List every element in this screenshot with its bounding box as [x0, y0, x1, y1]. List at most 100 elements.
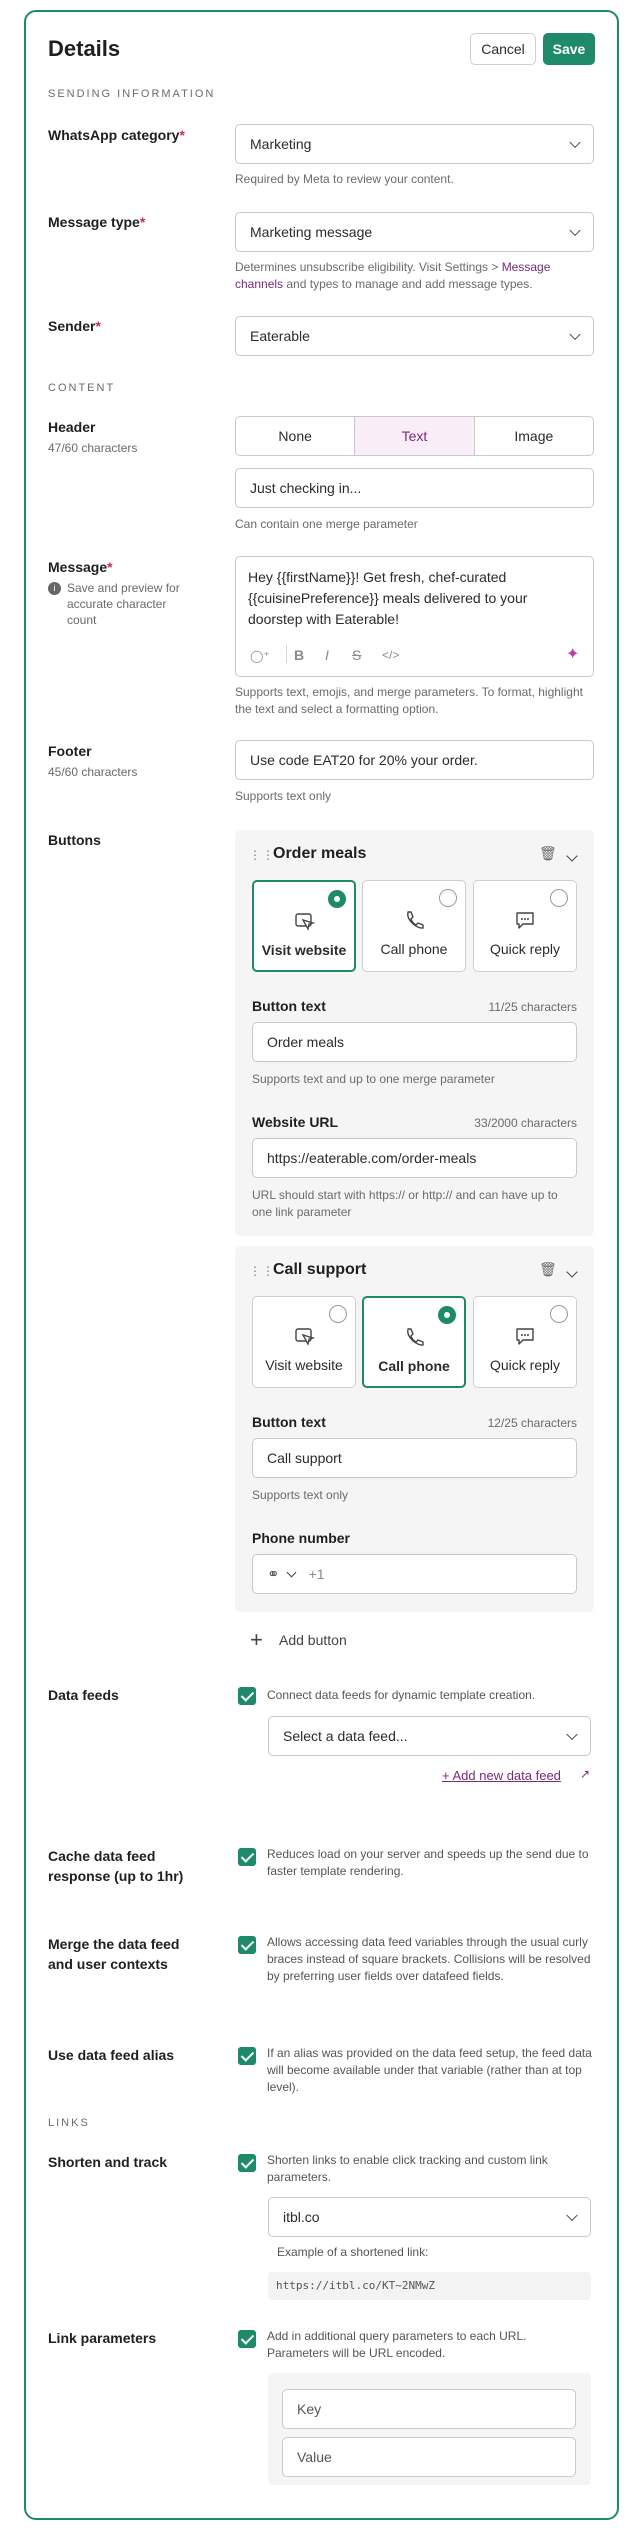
info-icon: i — [48, 582, 61, 595]
radio-icon — [329, 1305, 347, 1323]
option-label: Visit website — [265, 1357, 343, 1373]
message-note: Save and preview for accurate character … — [67, 581, 180, 627]
globe-icon[interactable]: ⚭ — [267, 1565, 280, 1583]
phone-number-input[interactable]: ⚭ +1 — [252, 1554, 577, 1594]
button-card-order-meals: ⋮⋮ Order meals 🗑 Visit website Call phon… — [235, 830, 594, 1236]
cache-checkbox[interactable] — [238, 1848, 256, 1866]
link-parameters-description: Add in additional query parameters to ea… — [267, 2329, 527, 2360]
website-url-counter: 33/2000 characters — [474, 1116, 577, 1130]
shortened-example: https://itbl.co/KT~2NMwZ — [268, 2272, 591, 2300]
chevron-down-icon[interactable] — [566, 850, 578, 862]
code-icon[interactable]: </> — [382, 648, 399, 662]
message-type-label: Message type* — [48, 214, 146, 230]
chevron-down-icon — [569, 224, 581, 237]
button-card-title: Call support — [273, 1261, 367, 1278]
message-type-select[interactable]: Marketing message — [235, 212, 594, 252]
sender-select[interactable]: Eaterable — [235, 316, 594, 356]
header-option-text[interactable]: Text — [355, 417, 475, 455]
header-char-count: 47/60 characters — [48, 441, 138, 455]
header-type-segmented-control: None Text Image — [235, 416, 594, 456]
website-url-help: URL should start with https:// or http:/… — [252, 1188, 558, 1219]
alias-checkbox[interactable] — [238, 2047, 256, 2065]
data-feeds-label: Data feeds — [48, 1687, 119, 1703]
radio-selected-icon — [438, 1306, 456, 1324]
chevron-down-icon[interactable] — [566, 1266, 578, 1278]
header-help: Can contain one merge parameter — [235, 517, 418, 531]
website-url-label: Website URL — [252, 1114, 339, 1130]
whatsapp-category-help: Required by Meta to review your content. — [235, 172, 454, 186]
shorten-domain-select[interactable]: itbl.co — [268, 2197, 591, 2237]
button-text-help: Supports text only — [252, 1488, 349, 1502]
message-label: Message* — [48, 559, 113, 575]
bold-icon[interactable]: B — [294, 647, 304, 663]
chevron-down-icon — [569, 136, 581, 149]
header-text-input[interactable]: Just checking in... — [235, 468, 594, 508]
cache-description: Reduces load on your server and speeds u… — [267, 1847, 589, 1878]
button-text-label: Button text — [252, 1414, 326, 1430]
header-option-image[interactable]: Image — [475, 417, 593, 455]
option-quick-reply[interactable]: Quick reply — [473, 1296, 577, 1388]
option-call-phone[interactable]: Call phone — [362, 1296, 466, 1388]
footer-label: Footer — [48, 743, 92, 759]
alias-description: If an alias was provided on the data fee… — [267, 2046, 592, 2094]
ai-sparkle-icon[interactable]: ✦ — [566, 644, 579, 664]
whatsapp-category-label: WhatsApp category* — [48, 127, 185, 143]
drag-handle-icon[interactable]: ⋮⋮ — [249, 1264, 275, 1278]
alias-label: Use data feed alias — [48, 2047, 175, 2063]
header-option-none[interactable]: None — [236, 417, 356, 455]
strikethrough-icon[interactable]: S — [352, 647, 361, 663]
chevron-down-icon — [566, 2209, 578, 2222]
chevron-down-icon — [569, 328, 581, 341]
link-parameter-value-input[interactable]: Value — [282, 2437, 576, 2477]
radio-selected-icon — [328, 890, 346, 908]
shorten-checkbox[interactable] — [238, 2154, 256, 2172]
footer-text-input[interactable]: Use code EAT20 for 20% your order. — [235, 740, 594, 780]
option-call-phone[interactable]: Call phone — [362, 880, 466, 972]
button-text-counter: 12/25 characters — [487, 1416, 577, 1430]
drag-handle-icon[interactable]: ⋮⋮ — [249, 848, 275, 862]
message-editor[interactable]: Hey {{firstName}}! Get fresh, chef-curat… — [235, 556, 594, 677]
sender-label: Sender* — [48, 318, 101, 334]
add-new-data-feed-link[interactable]: + Add new data feed — [442, 1768, 561, 1783]
merge-description: Allows accessing data feed variables thr… — [267, 1935, 591, 1983]
footer-char-count: 45/60 characters — [48, 765, 138, 779]
option-label: Call phone — [378, 1358, 450, 1374]
footer-help: Supports text only — [235, 789, 332, 803]
browser-cursor-icon — [295, 913, 315, 931]
button-text-input[interactable]: Order meals — [252, 1022, 577, 1062]
cancel-button[interactable]: Cancel — [470, 33, 536, 65]
button-text-label: Button text — [252, 998, 326, 1014]
add-button[interactable]: Add button — [279, 1632, 347, 1648]
link-parameters-label: Link parameters — [48, 2330, 157, 2346]
cache-label: Cache data feed response (up to 1hr) — [48, 1848, 184, 1884]
chat-reply-icon — [516, 912, 534, 929]
phone-icon — [407, 911, 424, 929]
data-feed-select[interactable]: Select a data feed... — [268, 1716, 591, 1756]
buttons-label: Buttons — [48, 832, 101, 848]
data-feeds-description: Connect data feeds for dynamic template … — [267, 1688, 536, 1702]
link-parameters-checkbox[interactable] — [238, 2330, 256, 2348]
option-visit-website[interactable]: Visit website — [252, 1296, 356, 1388]
whatsapp-category-select[interactable]: Marketing — [235, 124, 594, 164]
option-label: Quick reply — [489, 1357, 561, 1373]
save-button[interactable]: Save — [543, 33, 595, 65]
chevron-down-icon[interactable] — [286, 1567, 297, 1577]
trash-icon[interactable]: 🗑 — [539, 1261, 557, 1278]
button-text-input[interactable]: Call support — [252, 1438, 577, 1478]
italic-icon[interactable]: I — [325, 647, 329, 663]
option-quick-reply[interactable]: Quick reply — [473, 880, 577, 972]
external-link-icon[interactable]: ↗ — [580, 1767, 590, 1781]
merge-checkbox[interactable] — [238, 1936, 256, 1954]
trash-icon[interactable]: 🗑 — [539, 845, 557, 862]
merge-parameter-icon[interactable]: ◯⁺ — [250, 649, 270, 663]
shortened-example-label: Example of a shortened link: — [277, 2245, 429, 2259]
option-visit-website[interactable]: Visit website — [252, 880, 356, 972]
chevron-down-icon — [566, 1728, 578, 1741]
option-label: Quick reply — [489, 941, 561, 957]
section-sending-information: SENDING INFORMATION — [48, 88, 216, 100]
button-text-counter: 11/25 characters — [488, 1000, 578, 1014]
data-feeds-checkbox[interactable] — [238, 1687, 256, 1705]
message-body-text[interactable]: Hey {{firstName}}! Get fresh, chef-curat… — [248, 567, 578, 630]
website-url-input[interactable]: https://eaterable.com/order-meals — [252, 1138, 577, 1178]
link-parameter-key-input[interactable]: Key — [282, 2389, 576, 2429]
